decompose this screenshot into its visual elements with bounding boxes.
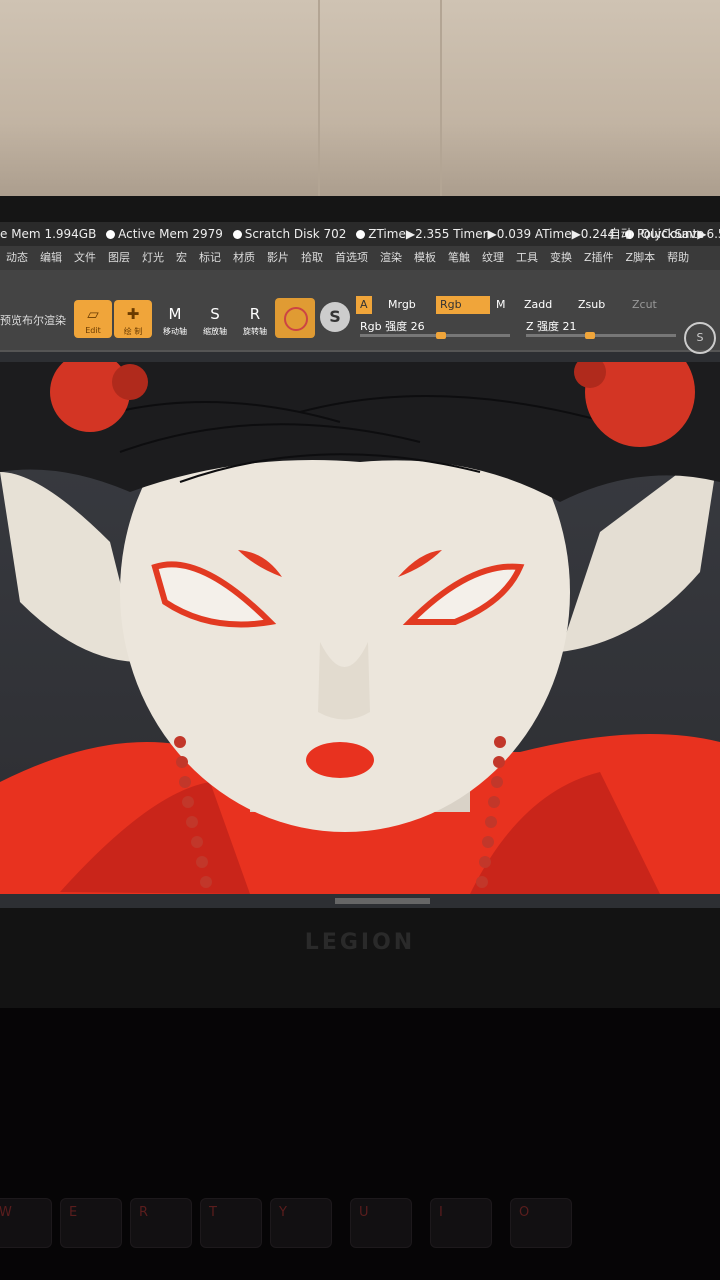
lips	[306, 742, 374, 778]
brand-logo: LEGION	[304, 930, 416, 955]
brush-button[interactable]	[275, 298, 315, 338]
key[interactable]: W	[0, 1198, 52, 1248]
edit-label: Edit	[85, 326, 101, 335]
key[interactable]: R	[130, 1198, 192, 1248]
rotate-icon: R	[249, 305, 261, 323]
draw-icon: ✚	[126, 305, 140, 323]
auto-button[interactable]: 自动	[609, 227, 633, 241]
move-icon: M	[168, 305, 182, 323]
wall-seam	[318, 0, 320, 200]
menu-item[interactable]: 影片	[261, 246, 295, 270]
keyboard: W E R T Y U I O	[0, 1008, 720, 1280]
move-label: 移动轴	[163, 327, 187, 336]
key[interactable]: T	[200, 1198, 262, 1248]
status-bar: e Mem 1.994GB Active Mem 2979 Scratch Di…	[0, 222, 720, 246]
edit-icon: ▱	[87, 305, 99, 323]
settings-gear-icon[interactable]: S	[684, 322, 716, 354]
key-label: I	[439, 1205, 443, 1220]
menu-item[interactable]: 编辑	[34, 246, 68, 270]
background-wall	[0, 0, 720, 205]
move-button[interactable]: M 移动轴	[156, 300, 194, 338]
key[interactable]: I	[430, 1198, 492, 1248]
rgb-intensity-knob[interactable]	[436, 332, 447, 339]
key-label: T	[209, 1205, 217, 1220]
sculpt-model	[0, 362, 720, 894]
3d-viewport[interactable]	[0, 362, 720, 894]
draw-label: 绘 制	[123, 327, 143, 336]
edit-button[interactable]: ▱ Edit	[74, 300, 112, 338]
menu-item[interactable]: 拾取	[295, 246, 329, 270]
menu-bar: 动态 编辑 文件 图层 灯光宏标记 材质 影片 拾取 首选项 渲染 模板 笔触 纹理 工具 变换 Z插件 Z脚本…	[0, 246, 720, 270]
rotate-button[interactable]: R 旋转轴	[236, 300, 274, 338]
zbrush-window: e Mem 1.994GB Active Mem 2979 Scratch Di…	[0, 222, 720, 908]
menu-item[interactable]: 帮助	[661, 246, 695, 270]
mrgb-toggle[interactable]: Mrgb	[384, 296, 420, 314]
status-scratch: Scratch Disk 702	[244, 227, 347, 241]
menu-item[interactable]: 变换	[544, 246, 578, 270]
key-label: U	[359, 1205, 369, 1220]
toolbar: 预览布尔渲染 ▱ Edit ✚ 绘 制 M 移动轴 S 缩放轴 R 旋转轴 S …	[0, 270, 720, 354]
scale-button[interactable]: S 缩放轴	[196, 300, 234, 338]
zadd-toggle[interactable]: Zadd	[520, 296, 556, 314]
dot-icon	[356, 230, 366, 239]
menu-item[interactable]: 材质	[227, 246, 261, 270]
key-label: Y	[279, 1205, 287, 1220]
rotate-label: 旋转轴	[243, 327, 267, 336]
wall-seam	[440, 0, 442, 200]
zsub-toggle[interactable]: Zsub	[574, 296, 609, 314]
viewport-scrollbar[interactable]	[335, 898, 430, 904]
menu-item[interactable]: 图层	[102, 246, 136, 270]
key[interactable]: O	[510, 1198, 572, 1248]
key-label: E	[69, 1205, 78, 1220]
dot-icon	[232, 230, 242, 239]
key-label: W	[0, 1205, 12, 1220]
left-flower-bead	[112, 364, 148, 400]
rgb-toggle[interactable]: Rgb	[436, 296, 490, 314]
menu-item[interactable]: 标记	[193, 246, 227, 270]
menu-item[interactable]: 工具	[510, 246, 544, 270]
menu-item[interactable]: 模板	[408, 246, 442, 270]
key[interactable]: U	[350, 1198, 412, 1248]
menu-item[interactable]: Z脚本	[620, 246, 662, 270]
z-intensity-knob[interactable]	[585, 332, 596, 339]
status-active-mem: Active Mem 2979	[118, 227, 223, 241]
status-time: ZTime▶2.355 Timer▶0.039 ATime▶0.244	[368, 227, 616, 241]
menu-item[interactable]: 动态	[0, 246, 34, 270]
menu-item[interactable]: 纹理	[476, 246, 510, 270]
menu-item[interactable]: 灯光	[136, 246, 170, 270]
left-ear	[0, 472, 140, 662]
menu-item[interactable]: 宏	[170, 246, 193, 270]
stroke-s-button[interactable]: S	[320, 302, 350, 332]
quicksave-button[interactable]: QuickSave	[641, 227, 704, 241]
a-toggle[interactable]: A	[356, 296, 372, 314]
menu-item[interactable]: 笔触	[442, 246, 476, 270]
status-right: 自动 QuickSave	[609, 222, 708, 246]
scale-label: 缩放轴	[203, 327, 227, 336]
brush-circle-icon	[284, 307, 308, 331]
status-mem: e Mem 1.994GB	[0, 227, 97, 241]
draw-button[interactable]: ✚ 绘 制	[114, 300, 152, 338]
zcut-toggle[interactable]: Zcut	[628, 296, 661, 314]
menu-item[interactable]: Z插件	[578, 246, 620, 270]
scale-icon: S	[210, 305, 220, 323]
key-label: O	[519, 1205, 530, 1220]
rgb-intensity-slider[interactable]	[360, 332, 510, 339]
key[interactable]: E	[60, 1198, 122, 1248]
m-toggle[interactable]: M	[492, 296, 510, 314]
menu-item[interactable]: 首选项	[329, 246, 374, 270]
rgb-intensity-label: Rgb 强度 26	[360, 320, 425, 333]
z-intensity-slider[interactable]	[526, 332, 676, 339]
key[interactable]: Y	[270, 1198, 332, 1248]
menu-item[interactable]: 渲染	[374, 246, 408, 270]
bpr-render-button[interactable]: 预览布尔渲染	[0, 312, 66, 328]
monitor-bottom-bezel	[0, 908, 720, 1008]
menu-item[interactable]: 文件	[68, 246, 102, 270]
dot-icon	[106, 230, 116, 239]
key-label: R	[139, 1205, 149, 1220]
z-intensity-label: Z 强度 21	[526, 320, 577, 333]
